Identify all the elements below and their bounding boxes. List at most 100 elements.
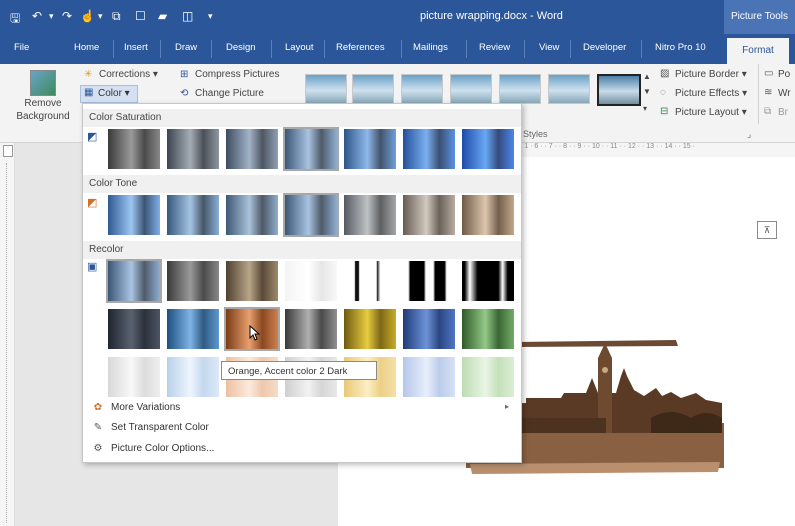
- recolor-accent6-dark-thumb[interactable]: [462, 309, 514, 349]
- recolor-grayscale-thumb[interactable]: [167, 261, 219, 301]
- tab-separator: [570, 40, 571, 58]
- recolor-accent4-dark-thumb[interactable]: [344, 309, 396, 349]
- picture-style-thumb-selected[interactable]: [597, 74, 641, 106]
- tone-11200-thumb[interactable]: [462, 195, 514, 235]
- tab-layout[interactable]: Layout: [285, 42, 314, 53]
- window-icon[interactable]: ◫: [182, 9, 193, 23]
- recolor-no-recolor-thumb[interactable]: [106, 259, 162, 303]
- recolor-accent5-dark-thumb[interactable]: [403, 309, 455, 349]
- recolor-options-icon[interactable]: ▣: [87, 260, 97, 273]
- tab-separator: [466, 40, 467, 58]
- recolor-accent1-light-thumb[interactable]: [167, 357, 219, 397]
- color-button[interactable]: ▦ Color ▾: [80, 85, 138, 103]
- remove-background-button[interactable]: Remove Background: [8, 66, 78, 126]
- undo-dropdown-icon[interactable]: ▾: [49, 11, 54, 22]
- picture-icon[interactable]: ▰: [158, 9, 167, 23]
- save-icon[interactable]: 🖫: [10, 9, 20, 30]
- tone-5900-thumb[interactable]: [226, 195, 278, 235]
- recolor-accent6-light-thumb[interactable]: [462, 357, 514, 397]
- picture-layout-button[interactable]: Picture Layout ▾: [675, 107, 747, 118]
- compress-pictures-icon: ⊞: [180, 69, 189, 80]
- picture-style-thumb[interactable]: [352, 74, 394, 104]
- tab-draw[interactable]: Draw: [175, 42, 197, 53]
- recolor-washout-thumb[interactable]: [285, 261, 337, 301]
- recolor-sepia-thumb[interactable]: [226, 261, 278, 301]
- mouse-cursor-icon: [249, 325, 261, 341]
- tab-view[interactable]: View: [539, 42, 559, 53]
- touch-dropdown-icon[interactable]: ▾: [98, 11, 103, 22]
- tab-file[interactable]: File: [14, 42, 29, 53]
- recolor-text-dark-thumb[interactable]: [108, 309, 160, 349]
- compress-pictures-button[interactable]: Compress Pictures: [195, 69, 279, 80]
- saturation-300-thumb[interactable]: [403, 129, 455, 169]
- gallery-more-icon[interactable]: ▾: [643, 104, 647, 113]
- tab-separator: [324, 40, 325, 58]
- recolor-accent1-dark-thumb[interactable]: [167, 309, 219, 349]
- tone-options-icon[interactable]: ◩: [87, 196, 97, 209]
- title-bar: 🖫 ↶ ▾ ↷ ☝ ▾ ⧉ ☐ ▰ ◫ ▾ picture wrapping.d…: [0, 0, 795, 34]
- tab-mailings[interactable]: Mailings: [413, 42, 448, 53]
- gallery-scroll-up-icon[interactable]: ▲: [643, 72, 651, 81]
- tab-design[interactable]: Design: [226, 42, 256, 53]
- recolor-bw-25-thumb[interactable]: [344, 261, 396, 301]
- recolor-bw-75-thumb[interactable]: [462, 261, 514, 301]
- tab-nitro[interactable]: Nitro Pro 10: [655, 42, 706, 53]
- picture-style-thumb[interactable]: [548, 74, 590, 104]
- picture-effects-button[interactable]: Picture Effects ▾: [675, 88, 747, 99]
- set-transparent-color-item[interactable]: ✎ Set Transparent Color: [91, 422, 209, 433]
- recolor-bw-50-thumb[interactable]: [403, 261, 455, 301]
- tone-5300-thumb[interactable]: [167, 195, 219, 235]
- tab-format[interactable]: Format: [727, 38, 789, 64]
- picture-style-thumb[interactable]: [499, 74, 541, 104]
- shapes-icon[interactable]: ⧉: [112, 9, 121, 24]
- tone-8800-thumb[interactable]: [403, 195, 455, 235]
- touch-icon[interactable]: ☝: [80, 9, 95, 23]
- recolor-bg-light-thumb[interactable]: [108, 357, 160, 397]
- picture-style-thumb[interactable]: [401, 74, 443, 104]
- undo-icon[interactable]: ↶: [32, 9, 42, 23]
- bring-forward-button[interactable]: Br: [778, 107, 788, 118]
- saturation-400-thumb[interactable]: [462, 129, 514, 169]
- position-button[interactable]: Po: [778, 69, 790, 80]
- set-transparent-label: Set Transparent Color: [111, 422, 209, 433]
- more-variations-item[interactable]: ✿ More Variations: [91, 402, 181, 413]
- color-icon: ▦: [84, 87, 94, 98]
- tab-separator: [641, 40, 642, 58]
- remove-background-label: Remove: [24, 98, 62, 109]
- wrap-text-button[interactable]: Wr: [778, 88, 791, 99]
- tab-developer[interactable]: Developer: [583, 42, 626, 53]
- tone-4700-thumb[interactable]: [108, 195, 160, 235]
- saturation-200-thumb[interactable]: [344, 129, 396, 169]
- saturation-66-thumb[interactable]: [226, 129, 278, 169]
- layout-options-icon[interactable]: ⊼: [757, 221, 777, 239]
- saturation-options-icon[interactable]: ◩: [87, 130, 97, 143]
- tab-separator: [401, 40, 402, 58]
- customize-icon[interactable]: ▾: [208, 11, 213, 22]
- saturation-0-thumb[interactable]: [108, 129, 160, 169]
- picture-color-options-item[interactable]: ⚙ Picture Color Options...: [91, 443, 215, 454]
- styles-dialog-launcher-icon[interactable]: ⌟: [747, 129, 751, 140]
- picture-border-button[interactable]: Picture Border ▾: [675, 69, 747, 80]
- change-picture-button[interactable]: Change Picture: [195, 88, 264, 99]
- corrections-button[interactable]: Corrections ▾: [99, 69, 158, 80]
- gallery-scroll-down-icon[interactable]: ▼: [643, 87, 651, 96]
- picture-style-thumb[interactable]: [305, 74, 347, 104]
- picture-style-thumb[interactable]: [450, 74, 492, 104]
- recolor-accent3-dark-thumb[interactable]: [285, 309, 337, 349]
- page-icon[interactable]: ☐: [135, 9, 146, 23]
- remove-background-icon: [30, 70, 56, 96]
- tab-home[interactable]: Home: [74, 42, 99, 53]
- recolor-accent5-light-thumb[interactable]: [403, 357, 455, 397]
- redo-icon[interactable]: ↷: [62, 9, 72, 23]
- tone-7200-thumb[interactable]: [344, 195, 396, 235]
- tab-separator: [160, 40, 161, 58]
- submenu-arrow-icon: ▸: [505, 402, 510, 411]
- tab-insert[interactable]: Insert: [124, 42, 148, 53]
- saturation-100-thumb[interactable]: [283, 127, 339, 171]
- tab-references[interactable]: References: [336, 42, 385, 53]
- saturation-33-thumb[interactable]: [167, 129, 219, 169]
- tab-review[interactable]: Review: [479, 42, 510, 53]
- ruler-marks: [6, 163, 9, 523]
- tone-6500-thumb[interactable]: [283, 193, 339, 237]
- tab-selector-icon[interactable]: [3, 145, 13, 157]
